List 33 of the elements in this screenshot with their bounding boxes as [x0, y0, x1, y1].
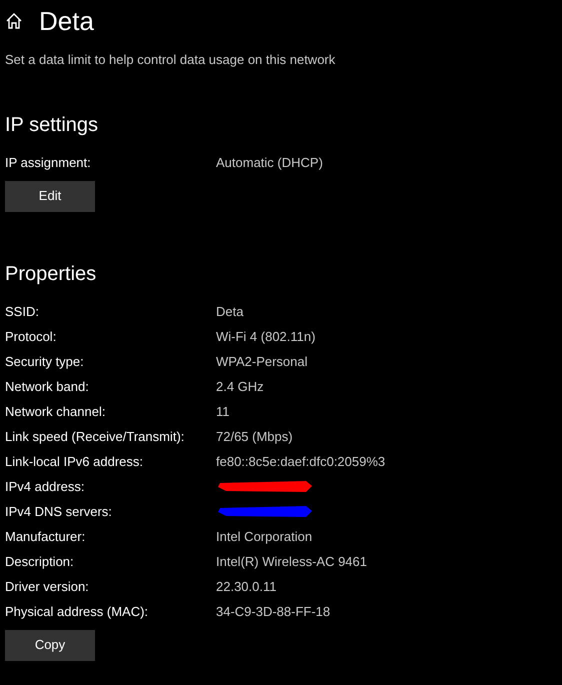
property-label: IPv4 address: — [5, 478, 86, 496]
property-value: 22.30.0.11 — [216, 578, 276, 596]
property-label: Description: — [5, 553, 75, 572]
page-title: Deta — [39, 4, 94, 38]
property-label: Network band: — [5, 378, 90, 396]
home-icon[interactable] — [5, 12, 23, 30]
property-label: IP assignment: — [5, 154, 92, 172]
property-label: Security type: — [5, 353, 85, 372]
property-label: IPv4 DNS servers: — [5, 503, 113, 522]
property-value: Intel(R) Wireless-AC 9461 — [216, 553, 367, 572]
property-value: 11 — [216, 403, 230, 422]
property-label: Driver version: — [5, 578, 90, 596]
property-value: Wi-Fi 4 (802.11n) — [216, 328, 316, 346]
property-value: 34-C9-3D-88-FF-18 — [216, 603, 330, 622]
edit-button[interactable]: Edit — [5, 180, 95, 212]
property-label: SSID: — [5, 303, 40, 322]
property-label: Link-local IPv6 address: — [5, 453, 144, 472]
page-subtitle: Set a data limit to help control data usage on this network — [5, 51, 336, 69]
copy-button[interactable]: Copy — [5, 630, 95, 660]
property-value: WPA2-Personal — [216, 353, 308, 372]
property-label: Manufacturer: — [5, 528, 86, 546]
property-label: Protocol: — [5, 328, 58, 346]
property-value: 2.4 GHz — [216, 378, 264, 396]
property-label: Network channel: — [5, 403, 106, 422]
property-value: Deta — [216, 303, 244, 322]
property-label: Physical address (MAC): — [5, 603, 150, 622]
property-value: fe80::8c5e:daef:dfc0:2059%3 — [216, 453, 386, 472]
property-value: 72/65 (Mbps) — [216, 428, 293, 446]
property-value: Automatic (DHCP) — [216, 154, 323, 172]
property-label: Link speed (Receive/Transmit): — [5, 428, 186, 446]
section-heading: Properties — [5, 264, 98, 284]
section-heading: IP settings — [5, 114, 100, 134]
property-value: Intel Corporation — [216, 528, 312, 546]
